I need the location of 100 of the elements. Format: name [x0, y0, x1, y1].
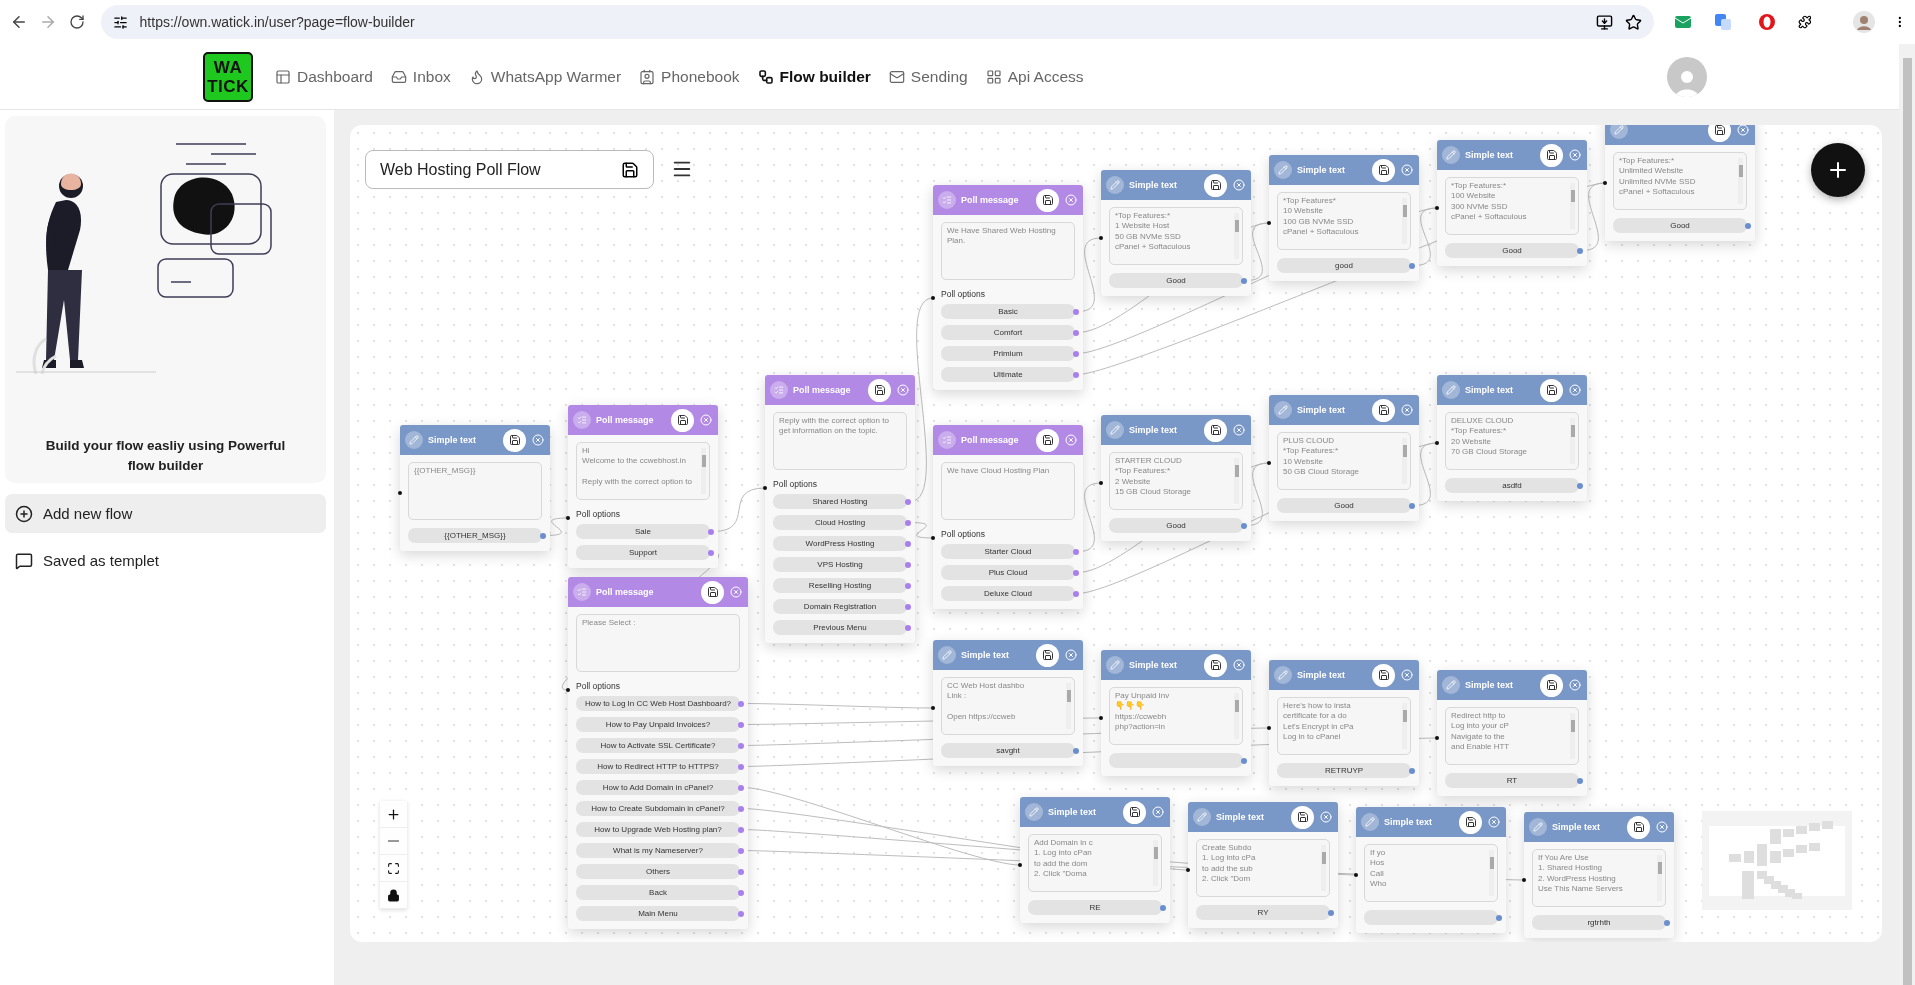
reply-button[interactable]: RY	[1196, 905, 1330, 920]
handle-dot[interactable]	[1073, 747, 1079, 754]
option-button[interactable]: Primium	[941, 346, 1075, 361]
save-button[interactable]	[1459, 810, 1482, 834]
close-button[interactable]	[1151, 805, 1165, 819]
close-button[interactable]	[1400, 403, 1414, 417]
user-avatar[interactable]	[1667, 56, 1707, 97]
close-button[interactable]	[1487, 815, 1501, 829]
reply-button[interactable]: Good	[1277, 498, 1411, 513]
option-button[interactable]: How to Activate SSL Certificate?	[576, 738, 740, 753]
handle-dot[interactable]	[1745, 222, 1751, 229]
save-button[interactable]	[1036, 188, 1059, 212]
option-button[interactable]: Support	[576, 545, 710, 560]
simple-text-node[interactable]: Simple text If yo Hos Call Who	[1356, 807, 1506, 933]
handle-dot[interactable]	[1267, 221, 1271, 225]
save-button[interactable]	[1372, 398, 1395, 422]
reply-button[interactable]: Good	[1109, 273, 1243, 288]
close-button[interactable]	[699, 413, 713, 427]
handle-dot[interactable]	[1409, 767, 1415, 774]
reply-button[interactable]: rgtrhth	[1532, 915, 1666, 930]
simple-text-node[interactable]: Simple text STARTER CLOUD *Top Features:* 2 Website 15 GB Cloud Storage Good	[1101, 415, 1251, 541]
reply-button[interactable]: Good	[1613, 218, 1747, 233]
handle-dot[interactable]	[1435, 206, 1439, 210]
message-field[interactable]: Pay Unpaid Inv 👇👇👇 https://ccwebh php?action=in	[1109, 687, 1243, 745]
nav-link[interactable]: Sending	[888, 67, 968, 86]
message-field[interactable]: Here's how to insta certificate for a do Let's Encrypt in cPa Log in to cPanel	[1277, 697, 1411, 755]
simple-text-node[interactable]: Simple text PLUS CLOUD *Top Features:* 10 Website 50 GB Cloud Storage Good	[1269, 395, 1419, 521]
option-button[interactable]: Deluxe Cloud	[941, 586, 1075, 601]
scrollbar[interactable]	[1402, 198, 1407, 244]
simple-text-node[interactable]: Simple text CC Web Host dashbo Link : Open https://ccweb savght	[933, 640, 1083, 766]
save-button[interactable]	[1627, 815, 1650, 839]
option-button[interactable]: Previous Menu	[773, 620, 907, 635]
close-button[interactable]	[1232, 178, 1246, 192]
handle-dot[interactable]	[540, 532, 546, 539]
close-button[interactable]	[531, 433, 545, 447]
handle-dot[interactable]	[738, 784, 744, 791]
scrollbar[interactable]	[1234, 213, 1239, 259]
save-button[interactable]	[1204, 653, 1227, 677]
option-button[interactable]: What is my Nameserver?	[576, 843, 740, 858]
handle-dot[interactable]	[738, 910, 744, 917]
reply-button[interactable]: asdfd	[1445, 478, 1579, 493]
sidebar-item[interactable]: Saved as templet	[5, 541, 326, 580]
handle-dot[interactable]	[1241, 757, 1247, 764]
scrollbar[interactable]	[1153, 840, 1158, 886]
profile-avatar[interactable]	[1853, 11, 1876, 33]
handle-dot[interactable]	[1241, 277, 1247, 284]
handle-dot[interactable]	[905, 582, 911, 589]
add-button[interactable]	[1811, 143, 1865, 197]
option-button[interactable]: How to Upgrade Web Hosting plan?	[576, 822, 740, 837]
handle-dot[interactable]	[931, 536, 935, 540]
message-field[interactable]: {{OTHER_MSG}}	[408, 462, 542, 520]
reply-button[interactable]: RETRUYP	[1277, 763, 1411, 778]
save-button[interactable]	[1036, 428, 1059, 452]
handle-dot[interactable]	[1603, 181, 1607, 185]
handle-dot[interactable]	[738, 826, 744, 833]
close-button[interactable]	[729, 585, 743, 599]
scrollbar[interactable]	[1570, 418, 1575, 464]
handle-dot[interactable]	[1435, 736, 1439, 740]
handle-dot[interactable]	[1073, 329, 1079, 336]
message-field[interactable]: If You Are Use 1. Shared Hosting 2. WordPress Hosting Use This Name Servers	[1532, 849, 1666, 907]
zoom-in-button[interactable]	[380, 801, 407, 828]
save-button[interactable]	[1123, 800, 1146, 824]
scrollbar[interactable]	[1234, 458, 1239, 504]
poll-message-node[interactable]: Poll message Reply with the correct option to get information on the topic. Poll options Shared Hosting Cloud Hosting WordPress Hosting VPS Hosting Reselling Hosting Domain Registration Previous Menu	[765, 375, 915, 643]
simple-text-node[interactable]: Simple text Pay Unpaid Inv 👇👇👇 https://ccwebh php?action=in	[1101, 650, 1251, 776]
handle-dot[interactable]	[1354, 873, 1358, 877]
reply-button[interactable]: {{OTHER_MSG}}	[408, 528, 542, 543]
handle-dot[interactable]	[905, 540, 911, 547]
message-field[interactable]: *Top Features:* Unlimited Website Unlimited NVMe SSD cPanel + Softaculous	[1613, 152, 1747, 210]
simple-text-node[interactable]: Simple text {{OTHER_MSG}} {{OTHER_MSG}}	[400, 425, 550, 551]
nav-link[interactable]: Dashboard	[275, 67, 373, 86]
envelope-icon[interactable]	[1673, 14, 1692, 30]
option-button[interactable]: Reselling Hosting	[773, 578, 907, 593]
nav-link[interactable]: WhatsApp Warmer	[468, 67, 622, 86]
handle-dot[interactable]	[1267, 461, 1271, 465]
handle-dot[interactable]	[1241, 522, 1247, 529]
nav-link[interactable]: Api Access	[985, 67, 1084, 86]
simple-text-node[interactable]: Simple text *Top Features:* 100 Website 300 NVMe SSD cPanel + Softaculous Good	[1437, 140, 1587, 266]
address-bar[interactable]: https://own.watick.in/user?page=flow-builder	[100, 5, 1654, 39]
handle-dot[interactable]	[931, 296, 935, 300]
handle-dot[interactable]	[1099, 716, 1103, 720]
message-field[interactable]: STARTER CLOUD *Top Features:* 2 Website 15 GB Cloud Storage	[1109, 452, 1243, 510]
close-button[interactable]	[1064, 433, 1078, 447]
option-button[interactable]: VPS Hosting	[773, 557, 907, 572]
handle-dot[interactable]	[1073, 548, 1079, 555]
install-icon[interactable]	[1595, 13, 1613, 31]
handle-dot[interactable]	[738, 742, 744, 749]
handle-dot[interactable]	[738, 889, 744, 896]
scrollbar[interactable]	[1570, 183, 1575, 229]
close-button[interactable]	[1736, 125, 1750, 137]
close-button[interactable]	[1064, 648, 1078, 662]
handle-dot[interactable]	[905, 561, 911, 568]
handle-dot[interactable]	[1073, 590, 1079, 597]
simple-text-node[interactable]: Simple text *Top Features:* 1 Website Host 50 GB NVMe SSD cPanel + Softaculous Good	[1101, 170, 1251, 296]
star-icon[interactable]	[1624, 13, 1642, 31]
message-field[interactable]: Hi Welcome to the ccwebhost.in Reply with the correct option to	[576, 442, 710, 500]
handle-dot[interactable]	[708, 549, 714, 556]
handle-dot[interactable]	[1577, 482, 1583, 489]
scrollbar[interactable]	[1738, 158, 1743, 204]
close-button[interactable]	[1655, 820, 1669, 834]
